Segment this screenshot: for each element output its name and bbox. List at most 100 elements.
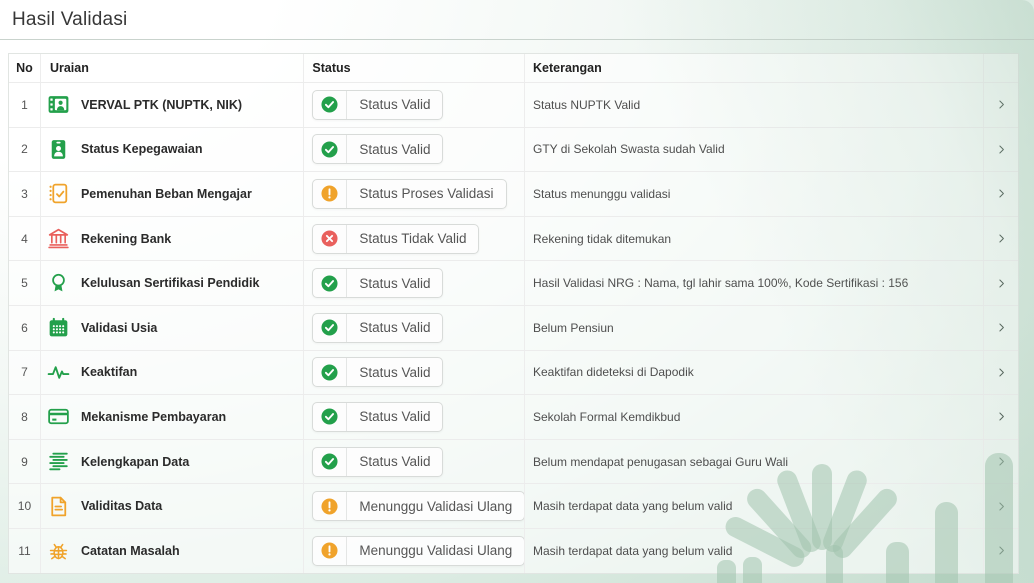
keterangan-text: Masih terdapat data yang belum valid	[525, 529, 984, 573]
exclamation-circle-icon	[313, 180, 347, 208]
uraian-label: Pemenuhan Beban Mengajar	[81, 187, 252, 201]
bug-icon	[46, 538, 72, 564]
status-label: Status Valid	[347, 454, 442, 469]
chevron-right-icon	[995, 455, 1008, 468]
status-badge: Status Valid	[312, 357, 443, 387]
table-row[interactable]: 5 Kelulusan Sertifikasi Pendidik Status …	[9, 260, 1018, 305]
row-detail-button[interactable]	[984, 217, 1018, 261]
status-badge: Status Tidak Valid	[312, 224, 479, 254]
status-label: Status Valid	[347, 97, 442, 112]
validation-table: No Uraian Status Keterangan 1 VERVAL PTK…	[8, 53, 1019, 574]
row-number: 10	[9, 484, 41, 528]
status-label: Menunggu Validasi Ulang	[347, 543, 524, 558]
row-detail-button[interactable]	[984, 306, 1018, 350]
uraian-label: VERVAL PTK (NUPTK, NIK)	[81, 98, 242, 112]
table-header-row: No Uraian Status Keterangan	[9, 54, 1018, 82]
check-circle-icon	[313, 358, 347, 386]
keterangan-text: Keaktifan dideteksi di Dapodik	[525, 351, 984, 395]
row-number: 5	[9, 261, 41, 305]
row-number: 4	[9, 217, 41, 261]
uraian-label: Mekanisme Pembayaran	[81, 410, 226, 424]
status-badge: Status Valid	[312, 313, 443, 343]
row-detail-button[interactable]	[984, 395, 1018, 439]
row-detail-button[interactable]	[984, 261, 1018, 305]
table-body: 1 VERVAL PTK (NUPTK, NIK) Status Valid S…	[9, 82, 1018, 573]
uraian-label: Validitas Data	[81, 499, 162, 513]
x-circle-icon	[313, 225, 347, 253]
status-badge: Status Valid	[312, 134, 443, 164]
status-label: Status Valid	[347, 142, 442, 157]
status-badge: Status Valid	[312, 447, 443, 477]
table-row[interactable]: 9 Kelengkapan Data Status Valid Belum me…	[9, 439, 1018, 484]
status-badge: Status Valid	[312, 402, 443, 432]
chevron-right-icon	[995, 410, 1008, 423]
chevron-right-icon	[995, 187, 1008, 200]
column-header-status: Status	[304, 54, 525, 82]
keterangan-text: Status menunggu validasi	[525, 172, 984, 216]
chevron-right-icon	[995, 366, 1008, 379]
keterangan-text: Rekening tidak ditemukan	[525, 217, 984, 261]
table-row[interactable]: 8 Mekanisme Pembayaran Status Valid Seko…	[9, 394, 1018, 439]
row-detail-button[interactable]	[984, 83, 1018, 127]
table-row[interactable]: 1 VERVAL PTK (NUPTK, NIK) Status Valid S…	[9, 82, 1018, 127]
chevron-right-icon	[995, 98, 1008, 111]
table-row[interactable]: 4 Rekening Bank Status Tidak Valid Reken…	[9, 216, 1018, 261]
row-detail-button[interactable]	[984, 529, 1018, 573]
row-number: 11	[9, 529, 41, 573]
chevron-right-icon	[995, 544, 1008, 557]
row-number: 6	[9, 306, 41, 350]
keterangan-text: Masih terdapat data yang belum valid	[525, 484, 984, 528]
exclamation-circle-icon	[313, 492, 347, 520]
check-circle-icon	[313, 403, 347, 431]
uraian-label: Catatan Masalah	[81, 544, 180, 558]
row-detail-button[interactable]	[984, 128, 1018, 172]
check-circle-icon	[313, 135, 347, 163]
uraian-label: Kelengkapan Data	[81, 455, 189, 469]
medal-icon	[46, 270, 72, 296]
exclamation-circle-icon	[313, 537, 347, 565]
table-row[interactable]: 11 Catatan Masalah Menunggu Validasi Ula…	[9, 528, 1018, 573]
row-detail-button[interactable]	[984, 440, 1018, 484]
badge-person-icon	[46, 136, 72, 162]
table-row[interactable]: 6 Validasi Usia Status Valid Belum Pensi…	[9, 305, 1018, 350]
row-detail-button[interactable]	[984, 484, 1018, 528]
uraian-label: Validasi Usia	[81, 321, 157, 335]
keterangan-text: Sekolah Formal Kemdikbud	[525, 395, 984, 439]
keterangan-text: Belum mendapat penugasan sebagai Guru Wa…	[525, 440, 984, 484]
status-badge: Status Proses Validasi	[312, 179, 506, 209]
uraian-label: Kelulusan Sertifikasi Pendidik	[81, 276, 260, 290]
document-icon	[46, 493, 72, 519]
uraian-label: Keaktifan	[81, 365, 137, 379]
list-lines-icon	[46, 449, 72, 475]
column-header-uraian: Uraian	[41, 54, 304, 82]
calendar-icon	[46, 315, 72, 341]
uraian-label: Status Kepegawaian	[81, 142, 203, 156]
status-badge: Menunggu Validasi Ulang	[312, 536, 525, 566]
page-header: Hasil Validasi	[0, 0, 1034, 40]
checklist-icon	[46, 181, 72, 207]
table-row[interactable]: 10 Validitas Data Menunggu Validasi Ulan…	[9, 483, 1018, 528]
keterangan-text: Belum Pensiun	[525, 306, 984, 350]
table-row[interactable]: 2 Status Kepegawaian Status Valid GTY di…	[9, 127, 1018, 172]
status-label: Status Valid	[347, 365, 442, 380]
status-label: Status Valid	[347, 409, 442, 424]
status-badge: Status Valid	[312, 268, 443, 298]
chevron-right-icon	[995, 500, 1008, 513]
keterangan-text: Status NUPTK Valid	[525, 83, 984, 127]
status-badge: Status Valid	[312, 90, 443, 120]
status-label: Status Valid	[347, 320, 442, 335]
row-detail-button[interactable]	[984, 351, 1018, 395]
chevron-right-icon	[995, 143, 1008, 156]
keterangan-text: GTY di Sekolah Swasta sudah Valid	[525, 128, 984, 172]
row-number: 9	[9, 440, 41, 484]
table-row[interactable]: 7 Keaktifan Status Valid Keaktifan didet…	[9, 350, 1018, 395]
check-circle-icon	[313, 269, 347, 297]
row-number: 7	[9, 351, 41, 395]
column-header-actions	[984, 54, 1018, 82]
column-header-keterangan: Keterangan	[525, 54, 984, 82]
table-row[interactable]: 3 Pemenuhan Beban Mengajar Status Proses…	[9, 171, 1018, 216]
id-card-icon	[46, 92, 72, 118]
status-label: Menunggu Validasi Ulang	[347, 499, 524, 514]
row-detail-button[interactable]	[984, 172, 1018, 216]
credit-card-icon	[46, 404, 72, 430]
